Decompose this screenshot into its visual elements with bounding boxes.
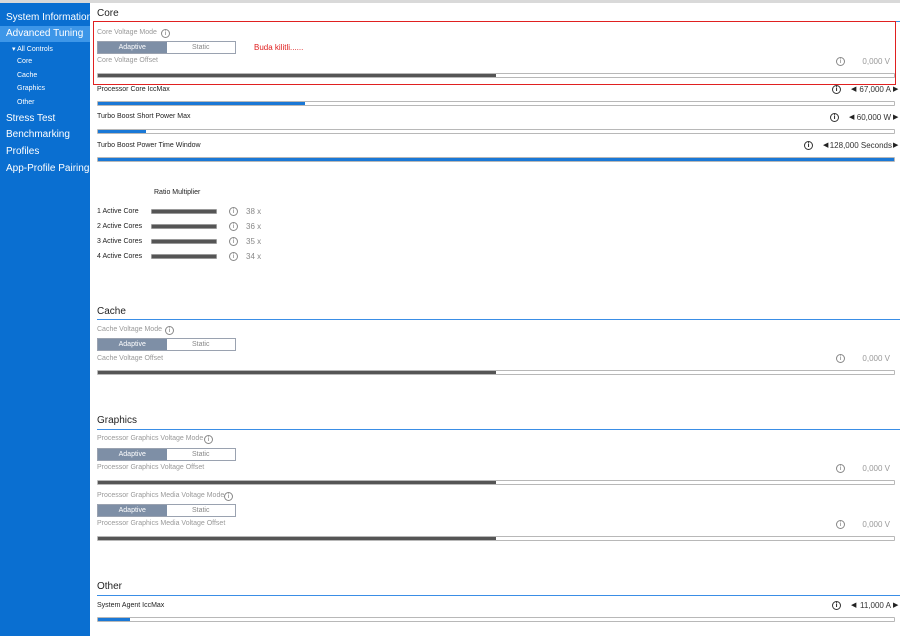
adaptive-option[interactable]: Adaptive <box>98 449 167 460</box>
sidebar-item-app-profile-pairing[interactable]: App-Profile Pairing <box>6 163 89 174</box>
core-voltage-offset-value: 0,000 V <box>862 57 890 66</box>
section-title-other: Other <box>97 581 123 592</box>
ratio-slider[interactable] <box>151 209 217 214</box>
static-option[interactable]: Static <box>167 505 236 516</box>
processor-core-iccmax-slider[interactable] <box>97 101 895 106</box>
static-option[interactable]: Static <box>167 449 236 460</box>
sidebar-subitem-other[interactable]: Other <box>17 99 35 106</box>
adaptive-option[interactable]: Adaptive <box>98 339 167 350</box>
system-agent-iccmax-value: 11,000 A <box>860 601 891 610</box>
section-title-cache: Cache <box>97 306 126 317</box>
info-icon[interactable]: i <box>832 85 841 94</box>
sidebar-item-advanced-tuning[interactable]: Advanced Tuning <box>0 26 90 42</box>
slider-fill <box>98 74 496 77</box>
slider-fill <box>98 371 496 374</box>
ratio-multiplier-header: Ratio Multiplier <box>154 189 201 196</box>
turbo-time-window-slider[interactable] <box>97 157 895 162</box>
graphics-media-voltage-mode-toggle: Adaptive Static <box>97 504 236 517</box>
ratio-value: 36 x <box>246 222 262 231</box>
info-icon[interactable]: i <box>804 141 813 150</box>
graphics-voltage-mode-label: Processor Graphics Voltage Mode <box>97 435 204 442</box>
ratio-row-label: 4 Active Cores <box>97 253 143 260</box>
graphics-media-voltage-offset-label: Processor Graphics Media Voltage Offset <box>97 520 226 527</box>
increase-arrow-icon[interactable]: ▶ <box>893 113 898 121</box>
static-option[interactable]: Static <box>167 339 236 350</box>
increase-arrow-icon[interactable]: ▶ <box>893 85 898 93</box>
graphics-media-voltage-offset-value: 0,000 V <box>862 520 890 529</box>
section-divider-graphics <box>97 429 900 430</box>
turbo-time-window-value: 128,000 Seconds <box>829 141 892 150</box>
turbo-time-window-label: Turbo Boost Power Time Window <box>97 142 201 149</box>
sidebar-subitem-all-controls[interactable]: ▾ All Controls <box>12 45 53 53</box>
info-icon[interactable]: i <box>229 207 238 216</box>
slider-fill <box>98 102 305 105</box>
info-icon[interactable]: i <box>229 222 238 231</box>
ratio-slider[interactable] <box>151 224 217 229</box>
core-voltage-mode-toggle: Adaptive Static <box>97 41 236 54</box>
processor-core-iccmax-label: Processor Core IccMax <box>97 86 170 93</box>
increase-arrow-icon[interactable]: ▶ <box>893 601 898 609</box>
info-icon[interactable]: i <box>229 237 238 246</box>
cache-voltage-mode-label: Cache Voltage Mode <box>97 326 162 333</box>
adaptive-option[interactable]: Adaptive <box>98 505 167 516</box>
graphics-voltage-mode-toggle: Adaptive Static <box>97 448 236 461</box>
section-divider-cache <box>97 319 900 320</box>
slider-fill <box>98 481 496 484</box>
info-icon[interactable]: i <box>832 601 841 610</box>
system-agent-iccmax-slider[interactable] <box>97 617 895 622</box>
sidebar-item-stress-test[interactable]: Stress Test <box>6 113 55 124</box>
main-panel: Core Core Voltage Mode i Adaptive Static… <box>90 3 900 636</box>
turbo-short-power-label: Turbo Boost Short Power Max <box>97 113 191 120</box>
graphics-media-voltage-offset-slider[interactable] <box>97 536 895 541</box>
graphics-voltage-offset-label: Processor Graphics Voltage Offset <box>97 464 205 471</box>
ratio-row-label: 3 Active Cores <box>97 238 143 245</box>
turbo-short-power-value: 60,000 W <box>856 113 891 122</box>
graphics-voltage-offset-slider[interactable] <box>97 480 895 485</box>
slider-fill <box>98 618 130 621</box>
info-icon[interactable]: i <box>204 435 213 444</box>
info-icon[interactable]: i <box>224 492 233 501</box>
sidebar-item-profiles[interactable]: Profiles <box>6 146 39 157</box>
slider-fill <box>98 158 894 161</box>
sidebar-item-system-information[interactable]: System Information <box>6 12 92 23</box>
processor-core-iccmax-value: 67,000 A <box>859 85 891 94</box>
ratio-value: 35 x <box>246 237 262 246</box>
ratio-slider[interactable] <box>151 254 217 259</box>
ratio-value: 34 x <box>246 252 262 261</box>
graphics-media-voltage-mode-label: Processor Graphics Media Voltage Mode <box>97 492 225 499</box>
adaptive-option[interactable]: Adaptive <box>98 42 167 53</box>
cache-voltage-mode-toggle: Adaptive Static <box>97 338 236 351</box>
ratio-value: 38 x <box>246 207 262 216</box>
info-icon[interactable]: i <box>165 326 174 335</box>
static-option[interactable]: Static <box>167 42 236 53</box>
annotation-note: Buda kilitli...... <box>254 43 304 52</box>
ratio-slider[interactable] <box>151 239 217 244</box>
section-title-graphics: Graphics <box>97 415 138 426</box>
sidebar-subitem-core[interactable]: Core <box>17 58 32 65</box>
section-divider-other <box>97 595 900 596</box>
info-icon[interactable]: i <box>161 29 170 38</box>
sidebar: System Information Advanced Tuning ▾ All… <box>0 3 92 636</box>
ratio-row-label: 2 Active Cores <box>97 223 143 230</box>
system-agent-iccmax-label: System Agent IccMax <box>97 602 165 609</box>
cache-voltage-offset-value: 0,000 V <box>862 354 890 363</box>
turbo-short-power-slider[interactable] <box>97 129 895 134</box>
core-voltage-mode-label: Core Voltage Mode <box>97 29 157 36</box>
cache-voltage-offset-slider[interactable] <box>97 370 895 375</box>
info-icon[interactable]: i <box>830 113 839 122</box>
sidebar-subitem-graphics[interactable]: Graphics <box>17 85 45 92</box>
sidebar-subitem-cache[interactable]: Cache <box>17 72 37 79</box>
slider-fill <box>98 130 146 133</box>
cache-voltage-offset-label: Cache Voltage Offset <box>97 355 164 362</box>
increase-arrow-icon[interactable]: ▶ <box>893 141 898 149</box>
sidebar-item-benchmarking[interactable]: Benchmarking <box>6 129 70 140</box>
core-voltage-offset-slider[interactable] <box>97 73 895 78</box>
slider-fill <box>98 537 496 540</box>
ratio-row-label: 1 Active Core <box>97 208 139 215</box>
info-icon[interactable]: i <box>229 252 238 261</box>
section-title-core: Core <box>97 8 119 19</box>
core-voltage-offset-label: Core Voltage Offset <box>97 57 158 64</box>
graphics-voltage-offset-value: 0,000 V <box>862 464 890 473</box>
